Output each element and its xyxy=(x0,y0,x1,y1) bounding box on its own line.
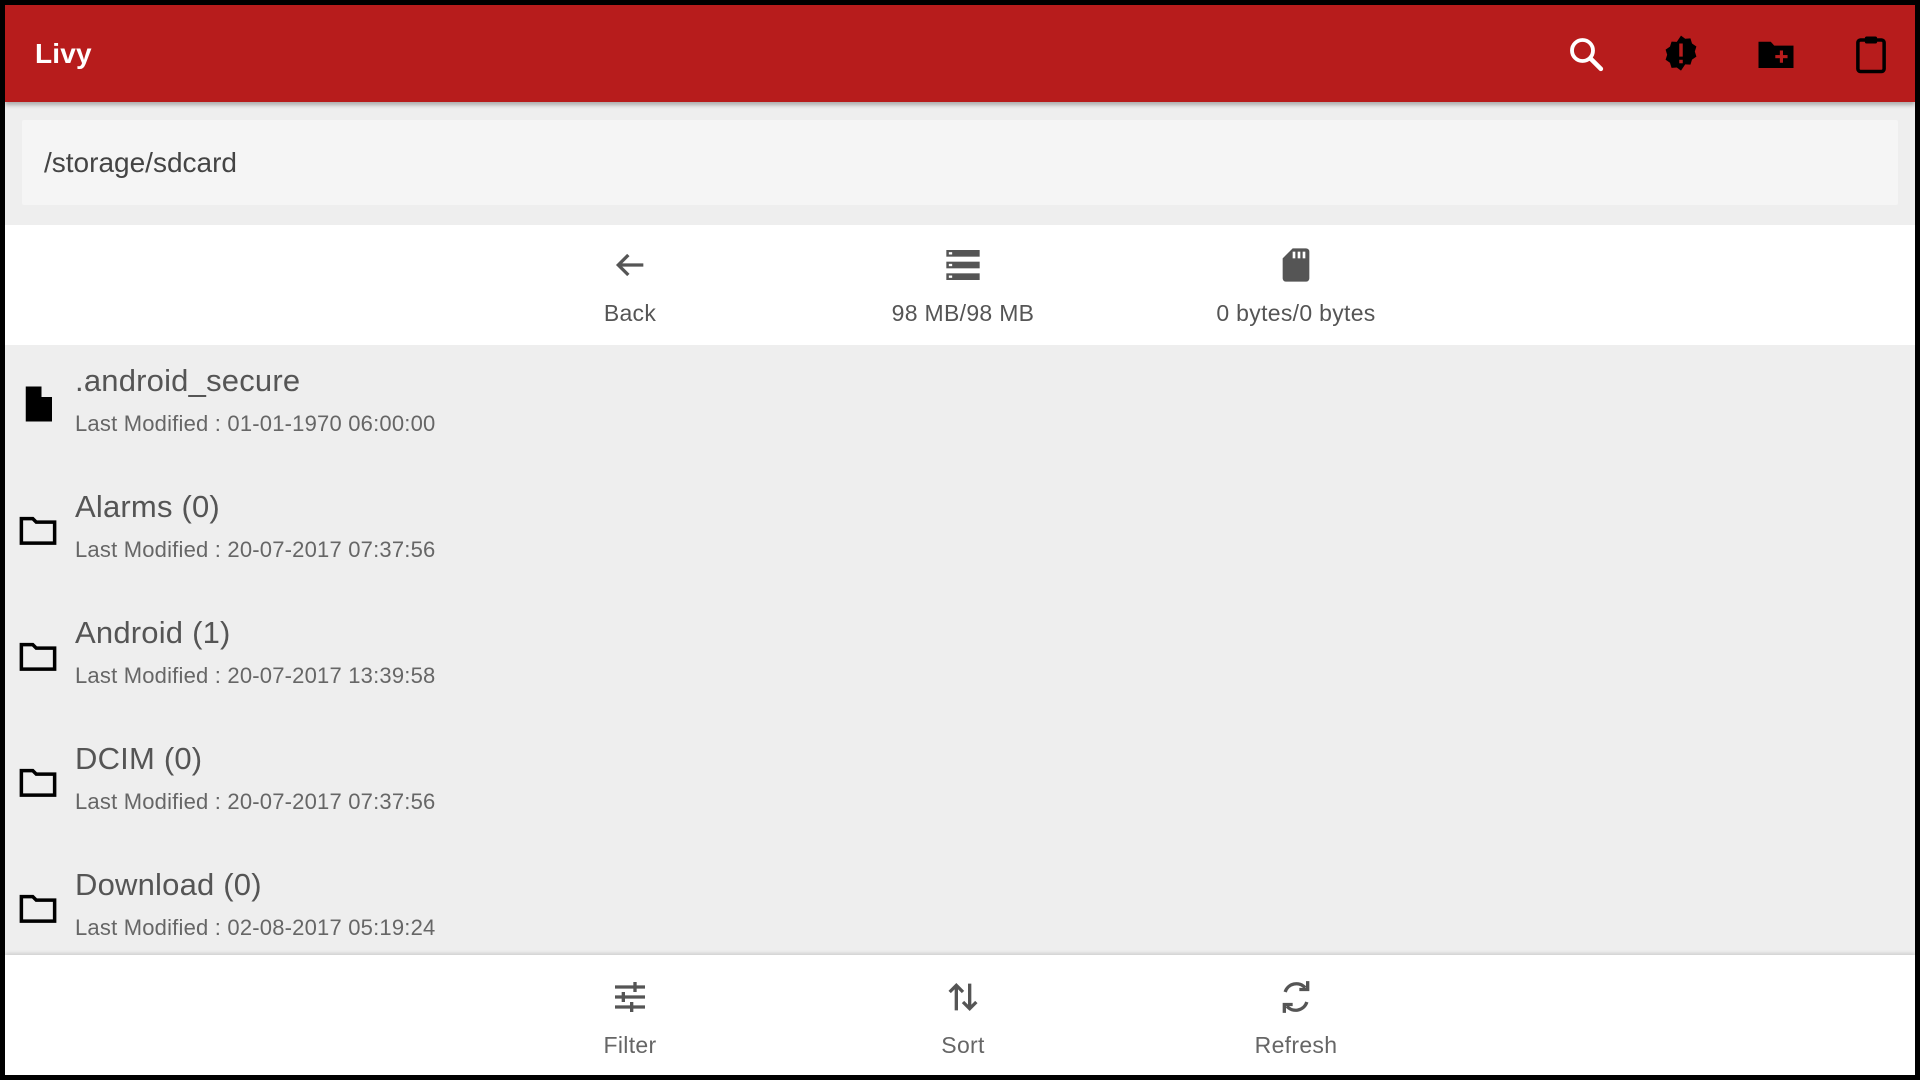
file-name: .android_secure xyxy=(75,363,301,398)
sd-card-icon xyxy=(1276,245,1316,290)
storage-toolbar: Back 98 MB/98 MB 0 bytes/0 bytes xyxy=(5,225,1915,345)
filter-label: Filter xyxy=(603,1032,657,1058)
file-list: .android_secure Last Modified : 01-01-19… xyxy=(5,345,1915,955)
back-label: Back xyxy=(603,300,657,326)
file-modified: Last Modified : 01-01-1970 06:00:00 xyxy=(75,411,436,436)
sort-label: Sort xyxy=(941,1032,985,1058)
app-window: Livy /storage/sdcard Back 98 MB/98 MB 0 … xyxy=(5,5,1915,1075)
list-item[interactable]: .android_secure Last Modified : 01-01-19… xyxy=(5,345,1915,471)
refresh-icon xyxy=(1276,977,1316,1022)
internal-storage-button[interactable]: 98 MB/98 MB xyxy=(833,245,1093,335)
folder-icon xyxy=(17,761,59,803)
sd-card-label: 0 bytes/0 bytes xyxy=(1216,300,1376,326)
file-name: Android (1) xyxy=(75,615,231,650)
file-modified: Last Modified : 20-07-2017 13:39:58 xyxy=(75,663,436,688)
filter-sliders-icon xyxy=(610,977,650,1022)
sd-card-button[interactable]: 0 bytes/0 bytes xyxy=(1166,245,1426,335)
file-modified: Last Modified : 20-07-2017 07:37:56 xyxy=(75,537,436,562)
file-name: Alarms (0) xyxy=(75,489,220,524)
folder-icon xyxy=(17,509,59,551)
folder-icon xyxy=(17,887,59,929)
app-bar: Livy xyxy=(5,5,1915,102)
back-button[interactable]: Back xyxy=(500,245,760,335)
file-modified: Last Modified : 20-07-2017 07:37:56 xyxy=(75,789,436,814)
internal-storage-label: 98 MB/98 MB xyxy=(891,300,1035,326)
file-name: DCIM (0) xyxy=(75,741,203,776)
create-folder-icon[interactable] xyxy=(1755,33,1797,75)
refresh-label: Refresh xyxy=(1254,1032,1338,1058)
list-item[interactable]: Alarms (0) Last Modified : 20-07-2017 07… xyxy=(5,471,1915,597)
app-title: Livy xyxy=(35,38,92,69)
file-name: Download (0) xyxy=(75,867,262,902)
list-item[interactable]: Download (0) Last Modified : 02-08-2017 … xyxy=(5,849,1915,955)
list-item[interactable]: Android (1) Last Modified : 20-07-2017 1… xyxy=(5,597,1915,723)
storage-list-icon xyxy=(943,245,983,290)
clipboard-icon[interactable] xyxy=(1850,33,1892,75)
file-modified: Last Modified : 02-08-2017 05:19:24 xyxy=(75,915,436,940)
list-item[interactable]: DCIM (0) Last Modified : 20-07-2017 07:3… xyxy=(5,723,1915,849)
file-icon xyxy=(17,383,59,425)
folder-icon xyxy=(17,635,59,677)
alert-badge-icon[interactable] xyxy=(1660,33,1702,75)
bottom-toolbar: Filter Sort Refresh xyxy=(5,955,1915,1075)
sort-button[interactable]: Sort xyxy=(833,977,1093,1067)
filter-button[interactable]: Filter xyxy=(500,977,760,1067)
refresh-button[interactable]: Refresh xyxy=(1166,977,1426,1067)
path-breadcrumb[interactable]: /storage/sdcard xyxy=(22,120,1898,205)
search-icon[interactable] xyxy=(1565,33,1607,75)
sort-arrows-icon xyxy=(943,977,983,1022)
arrow-left-icon xyxy=(610,245,650,290)
path-bar-container: /storage/sdcard xyxy=(5,102,1915,225)
